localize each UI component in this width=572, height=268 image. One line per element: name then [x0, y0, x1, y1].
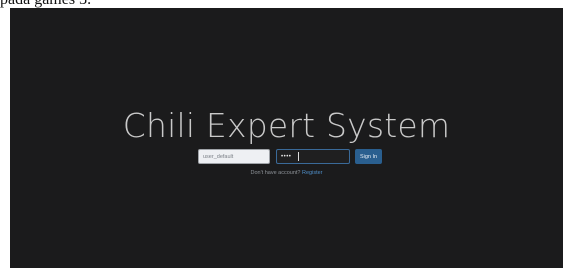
username-input[interactable] — [198, 149, 270, 164]
login-form: Sign In — [198, 149, 398, 164]
sign-in-button[interactable]: Sign In — [355, 149, 382, 164]
register-prompt-text: Don't have account? — [250, 170, 301, 176]
register-link[interactable]: Register — [302, 170, 322, 176]
text-caret — [298, 152, 299, 161]
app-window: Chili Expert System Sign In Don't have a… — [10, 8, 563, 268]
password-input[interactable] — [276, 149, 350, 164]
register-prompt: Don't have account? Register — [10, 169, 563, 177]
app-title: Chili Expert System — [122, 106, 451, 145]
